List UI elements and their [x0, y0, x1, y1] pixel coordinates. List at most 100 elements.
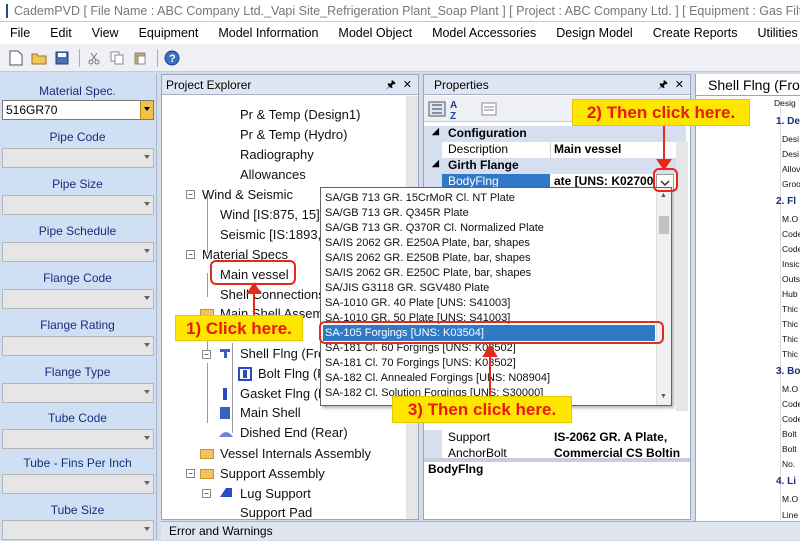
dropdown-option[interactable]: SA/GB 713 GR. 15CrMoR Cl. NT Plate: [325, 192, 515, 204]
collapse-toggle[interactable]: −: [202, 489, 211, 498]
combo-dropdown-button[interactable]: [140, 101, 153, 119]
doc-text: Outs: [782, 274, 800, 284]
collapse-toggle[interactable]: −: [202, 350, 211, 359]
menu-create-reports[interactable]: Create Reports: [643, 22, 748, 44]
toolbar-separator: [157, 48, 158, 67]
scrollbar-thumb[interactable]: [659, 216, 669, 234]
pin-icon[interactable]: 🖈: [658, 75, 668, 95]
flange-rating-label: Flange Rating: [40, 318, 115, 332]
annotation-step3: 3) Then click here.: [392, 396, 572, 423]
tree-item-support-pad[interactable]: Support Pad: [240, 505, 312, 520]
tube-size-combo[interactable]: [2, 520, 154, 540]
doc-text: Desi: [782, 134, 800, 144]
property-row-support[interactable]: Support IS-2062 GR. A Plate,: [424, 430, 686, 446]
spec-panel: Material Spec. 516GR70 Pipe Code Pipe Si…: [0, 74, 157, 540]
menu-model-object[interactable]: Model Object: [328, 22, 422, 44]
doc-heading: 2. Fl: [776, 196, 797, 207]
pipe-schedule-label: Pipe Schedule: [38, 224, 117, 238]
chevron-down-icon: [144, 343, 150, 347]
collapse-toggle[interactable]: −: [186, 250, 195, 259]
doc-heading: 1. De: [776, 116, 800, 127]
menu-model-information[interactable]: Model Information: [208, 22, 328, 44]
doc-text: No.: [782, 459, 796, 469]
dropdown-scrollbar[interactable]: ▲ ▼: [656, 188, 671, 405]
doc-text: Code: [782, 229, 800, 239]
property-row-description[interactable]: Description Main vessel: [424, 142, 686, 158]
properties-header: Properties 🖈 ✕: [424, 75, 690, 95]
tube-code-combo[interactable]: [2, 429, 154, 449]
property-category-girth-flange[interactable]: ◢ Girth Flange: [424, 158, 686, 174]
tree-item-seismic[interactable]: Seismic [IS:1893,: [220, 227, 321, 242]
pin-icon[interactable]: 🖈: [386, 75, 396, 95]
tree-item-wind[interactable]: Wind [IS:875, 15]: [220, 207, 320, 222]
error-warnings-bar[interactable]: Error and Warnings: [161, 521, 800, 540]
chevron-down-icon: [144, 155, 150, 159]
flange-rating-combo[interactable]: [2, 336, 154, 356]
menu-equipment[interactable]: Equipment: [129, 22, 209, 44]
pipe-code-combo[interactable]: [2, 148, 154, 168]
collapse-toggle[interactable]: −: [186, 469, 195, 478]
property-category-configuration[interactable]: ◢ Configuration: [424, 126, 686, 142]
menu-design-model[interactable]: Design Model: [546, 22, 642, 44]
material-spec-value: 516GR70: [6, 103, 58, 117]
tree-item-dished-end[interactable]: Dished End (Rear): [240, 425, 348, 440]
property-pages-icon[interactable]: [480, 101, 498, 117]
dropdown-option[interactable]: SA-1010 GR. 40 Plate [UNS: S41003]: [325, 297, 510, 309]
tree-item-shell-connections[interactable]: Shell Connections: [220, 287, 325, 302]
menu-view[interactable]: View: [82, 22, 129, 44]
window-title: CademPVD [ File Name : ABC Company Ltd._…: [14, 3, 800, 18]
dropdown-option[interactable]: SA/GB 713 GR. Q345R Plate: [325, 207, 469, 219]
tree-item-pr-temp-hydro[interactable]: Pr & Temp (Hydro): [240, 127, 347, 142]
dropdown-option[interactable]: SA/IS 2062 GR. E250C Plate, bar, shapes: [325, 267, 531, 279]
help-icon[interactable]: ?: [162, 48, 182, 68]
material-spec-combo[interactable]: 516GR70: [2, 100, 154, 120]
cut-icon[interactable]: [84, 48, 104, 68]
close-icon[interactable]: ✕: [675, 75, 684, 95]
document-tab[interactable]: Shell Flng (Fro: [696, 74, 800, 96]
highlight-main-vessel: [210, 260, 296, 285]
close-icon[interactable]: ✕: [403, 75, 412, 95]
dropdown-option[interactable]: SA-182 Cl. Annealed Forgings [UNS: N0890…: [325, 372, 550, 384]
tube-fins-combo[interactable]: [2, 474, 154, 494]
report-document: Shell Flng (Fro Desig 1. De Desi Desi Al…: [695, 74, 800, 540]
tree-item-support-assembly[interactable]: Support Assembly: [220, 466, 325, 481]
doc-heading: 3. Bo: [776, 366, 800, 377]
tree-item-wind-seismic[interactable]: Wind & Seismic: [202, 187, 293, 202]
tree-item-bolt-flng[interactable]: Bolt Flng (F: [258, 366, 325, 381]
open-folder-icon[interactable]: [29, 48, 49, 68]
tree-item-shell-flng[interactable]: Shell Flng (Fro: [240, 346, 325, 361]
tree-item-vessel-internals[interactable]: Vessel Internals Assembly: [220, 446, 371, 461]
menu-file[interactable]: File: [0, 22, 40, 44]
tree-item-main-shell[interactable]: Main Shell: [240, 405, 301, 420]
material-dropdown-list[interactable]: SA/GB 713 GR. 15CrMoR Cl. NT Plate SA/GB…: [320, 187, 672, 406]
dropdown-option[interactable]: SA/JIS G3118 GR. SGV480 Plate: [325, 282, 489, 294]
pipe-size-combo[interactable]: [2, 195, 154, 215]
flange-code-combo[interactable]: [2, 289, 154, 309]
doc-text: Insic: [782, 259, 800, 269]
collapse-toggle[interactable]: −: [186, 190, 195, 199]
dropdown-option[interactable]: SA/GB 713 GR. Q370R Cl. Normalized Plate: [325, 222, 544, 234]
dropdown-option[interactable]: SA/IS 2062 GR. E250B Plate, bar, shapes: [325, 252, 530, 264]
categorized-icon[interactable]: [428, 101, 446, 117]
menu-utilities[interactable]: Utilities: [747, 22, 800, 44]
tree-item-lug-support[interactable]: Lug Support: [240, 486, 311, 501]
flange-type-combo[interactable]: [2, 383, 154, 403]
save-icon[interactable]: [52, 48, 72, 68]
tree-item-radiography[interactable]: Radiography: [240, 147, 314, 162]
tube-code-label: Tube Code: [48, 411, 107, 425]
copy-icon[interactable]: [107, 48, 127, 68]
tree-item-allowances[interactable]: Allowances: [240, 167, 306, 182]
paste-icon[interactable]: [130, 48, 150, 68]
pipe-schedule-combo[interactable]: [2, 242, 154, 262]
sort-alphabetical-icon[interactable]: AZ: [450, 100, 468, 122]
chevron-down-icon: [144, 436, 150, 440]
folder-icon: [200, 469, 214, 479]
tree-item-gasket-flng[interactable]: Gasket Flng (F: [240, 386, 326, 401]
dropdown-option[interactable]: SA-181 Cl. 70 Forgings [UNS: K03502]: [325, 357, 516, 369]
menu-edit[interactable]: Edit: [40, 22, 82, 44]
dropdown-option[interactable]: SA/IS 2062 GR. E250A Plate, bar, shapes: [325, 237, 530, 249]
new-file-icon[interactable]: [6, 48, 26, 68]
project-explorer-header: Project Explorer 🖈 ✕: [162, 75, 418, 95]
tree-item-pr-temp-design[interactable]: Pr & Temp (Design1): [240, 107, 360, 122]
menu-model-accessories[interactable]: Model Accessories: [422, 22, 546, 44]
